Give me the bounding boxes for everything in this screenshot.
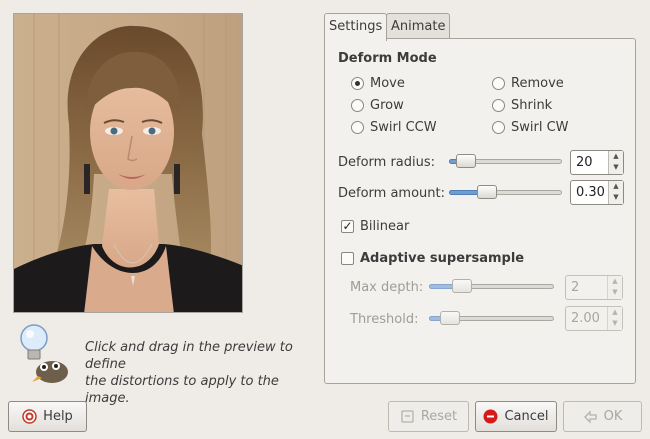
radio-swirl-ccw-label: Swirl CCW xyxy=(370,120,437,135)
reset-icon xyxy=(400,409,415,424)
radio-shrink[interactable]: Shrink xyxy=(492,98,552,113)
tab-animate[interactable]: Animate xyxy=(386,13,451,40)
help-icon xyxy=(22,409,37,424)
radio-swirl-ccw[interactable]: Swirl CCW xyxy=(351,120,437,135)
threshold-slider xyxy=(429,311,554,327)
preview-image[interactable] xyxy=(13,13,243,313)
max-depth-value: 2 xyxy=(571,280,580,295)
radio-swirl-cw[interactable]: Swirl CW xyxy=(492,120,569,135)
deform-radius-stepper[interactable]: ▲ ▼ xyxy=(608,151,623,174)
help-button-label: Help xyxy=(43,409,73,424)
threshold-thumb xyxy=(440,311,460,325)
radio-move-indicator xyxy=(351,77,364,90)
radio-move-label: Move xyxy=(370,76,405,91)
radio-grow-indicator xyxy=(351,99,364,112)
adaptive-supersample-checkbox[interactable]: Adaptive supersample xyxy=(341,251,524,266)
threshold-value: 2.00 xyxy=(571,311,600,326)
max-depth-spinbutton: 2 ▲ ▼ xyxy=(565,275,623,300)
ok-icon xyxy=(583,409,598,424)
deform-radius-value: 20 xyxy=(576,155,593,170)
reset-button[interactable]: Reset xyxy=(388,401,469,432)
bilinear-checkbox-box: ✓ xyxy=(341,219,354,233)
max-depth-thumb xyxy=(452,279,472,293)
radio-grow-label: Grow xyxy=(370,98,404,113)
hint-text: Click and drag in the preview to define … xyxy=(85,339,325,407)
cancel-button-label: Cancel xyxy=(504,409,549,424)
radio-swirl-cw-indicator xyxy=(492,121,505,134)
threshold-stepper: ▲ ▼ xyxy=(607,307,622,330)
radio-remove-indicator xyxy=(492,77,505,90)
tab-settings[interactable]: Settings xyxy=(324,13,388,41)
bilinear-label: Bilinear xyxy=(360,219,410,234)
ok-button-label: OK xyxy=(603,409,623,424)
cancel-icon xyxy=(483,409,498,424)
reset-button-label: Reset xyxy=(420,409,458,424)
deform-radius-slider[interactable] xyxy=(449,154,562,170)
radio-remove-label: Remove xyxy=(511,76,564,91)
radio-shrink-indicator xyxy=(492,99,505,112)
deform-radius-label: Deform radius: xyxy=(338,155,436,170)
deform-radius-thumb[interactable] xyxy=(456,154,476,168)
adaptive-supersample-label: Adaptive supersample xyxy=(360,251,525,266)
radio-swirl-ccw-indicator xyxy=(351,121,364,134)
ok-button[interactable]: OK xyxy=(563,401,642,432)
radio-shrink-label: Shrink xyxy=(511,98,553,113)
deform-amount-value: 0.30 xyxy=(576,185,605,200)
hint-line-1: Click and drag in the preview to define xyxy=(85,340,293,372)
max-depth-stepper: ▲ ▼ xyxy=(607,276,622,299)
radio-swirl-cw-label: Swirl CW xyxy=(511,120,569,135)
max-depth-slider xyxy=(429,279,554,295)
deform-amount-thumb[interactable] xyxy=(477,185,497,199)
help-button[interactable]: Help xyxy=(8,401,87,432)
settings-panel: Deform Mode Move Remove Grow Shrink Swir… xyxy=(324,38,636,384)
threshold-label: Threshold: xyxy=(350,312,419,327)
deform-amount-label: Deform amount: xyxy=(338,186,445,201)
deform-amount-stepper[interactable]: ▲ ▼ xyxy=(608,181,623,204)
tab-animate-label: Animate xyxy=(391,19,446,34)
deform-amount-spinbutton[interactable]: 0.30 ▲ ▼ xyxy=(570,180,624,205)
tab-settings-label: Settings xyxy=(329,19,383,34)
radio-move[interactable]: Move xyxy=(351,76,405,91)
adaptive-supersample-checkbox-box xyxy=(341,252,354,265)
deform-radius-spinbutton[interactable]: 20 ▲ ▼ xyxy=(570,150,624,175)
max-depth-label: Max depth: xyxy=(350,280,424,295)
deform-mode-title: Deform Mode xyxy=(338,51,437,66)
hint-line-2: the distortions to apply to the image. xyxy=(85,374,279,406)
deform-amount-slider[interactable] xyxy=(449,185,562,201)
radio-grow[interactable]: Grow xyxy=(351,98,404,113)
bilinear-checkbox[interactable]: ✓ Bilinear xyxy=(341,219,409,234)
gimp-hint-icon xyxy=(12,320,72,386)
radio-remove[interactable]: Remove xyxy=(492,76,564,91)
cancel-button[interactable]: Cancel xyxy=(475,401,557,432)
threshold-spinbutton: 2.00 ▲ ▼ xyxy=(565,306,623,331)
